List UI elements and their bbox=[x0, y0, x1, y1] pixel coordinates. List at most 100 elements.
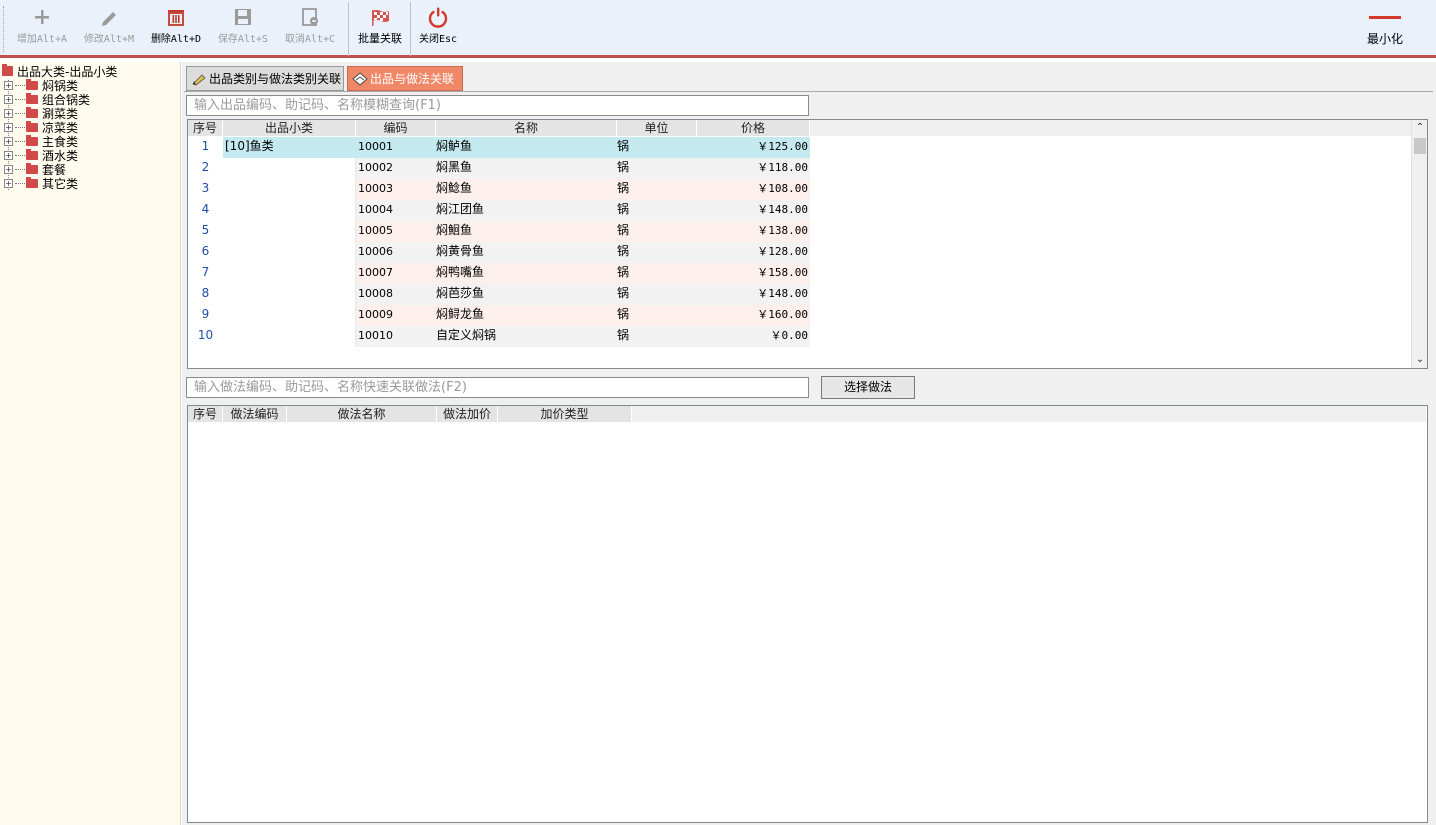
col-header-method-name[interactable]: 做法名称 bbox=[287, 406, 437, 422]
table-row-seq[interactable]: 9 bbox=[188, 305, 223, 326]
product-search-input[interactable]: 输入出品编码、助记码、名称模糊查询(F1) bbox=[186, 95, 809, 116]
table-row-seq[interactable]: 2 bbox=[188, 158, 223, 179]
table-row-seq[interactable]: 3 bbox=[188, 179, 223, 200]
scroll-down-icon[interactable]: ⌄ bbox=[1412, 352, 1428, 368]
table-cell-name[interactable]: 焖黑鱼 bbox=[436, 158, 617, 179]
table-cell-price[interactable]: ￥160.00 bbox=[697, 305, 810, 326]
edit-button[interactable]: 修改Alt+M bbox=[78, 4, 140, 54]
table-cell-unit[interactable]: 锅 bbox=[617, 158, 697, 179]
col-header-method-price[interactable]: 做法加价 bbox=[437, 406, 498, 422]
table-cell-price[interactable]: ￥148.00 bbox=[697, 200, 810, 221]
table-cell-code[interactable]: 10001 bbox=[356, 137, 436, 158]
table-cell-unit[interactable]: 锅 bbox=[617, 137, 697, 158]
table-cell-unit[interactable]: 锅 bbox=[617, 305, 697, 326]
category-cell-label[interactable]: [10]鱼类 bbox=[223, 137, 356, 158]
table-row-seq[interactable]: 10 bbox=[188, 326, 223, 347]
table-cell-unit[interactable]: 锅 bbox=[617, 263, 697, 284]
table-cell-price[interactable]: ￥128.00 bbox=[697, 242, 810, 263]
table-cell-price[interactable]: ￥125.00 bbox=[697, 137, 810, 158]
scroll-up-icon[interactable]: ⌃ bbox=[1412, 120, 1428, 136]
table-cell-name[interactable]: 焖鮰鱼 bbox=[436, 221, 617, 242]
tab-category-method-link[interactable]: 出品类别与做法类别关联 bbox=[186, 66, 344, 91]
minimize-button[interactable]: 最小化 bbox=[1360, 4, 1410, 54]
delete-button[interactable]: 删除Alt+D bbox=[144, 4, 208, 54]
close-button[interactable]: 关闭Esc bbox=[413, 4, 463, 54]
table-cell-name[interactable]: 焖鸭嘴鱼 bbox=[436, 263, 617, 284]
table-cell-price[interactable]: ￥138.00 bbox=[697, 221, 810, 242]
add-button[interactable]: 增加Alt+A bbox=[10, 4, 74, 54]
tree-dots bbox=[15, 182, 25, 184]
table-row-seq[interactable]: 8 bbox=[188, 284, 223, 305]
pencil-icon bbox=[78, 4, 140, 30]
product-grid[interactable]: 序号 出品小类 编码 名称 单位 价格 [10]鱼类 1 10001 焖鲈鱼 锅… bbox=[187, 119, 1428, 369]
table-cell-code[interactable]: 10009 bbox=[356, 305, 436, 326]
tab-product-method-link[interactable]: 出品与做法关联 bbox=[347, 66, 463, 91]
method-search-input[interactable]: 输入做法编码、助记码、名称快速关联做法(F2) bbox=[186, 377, 809, 398]
table-cell-name[interactable]: 焖鲈鱼 bbox=[436, 137, 617, 158]
table-row-seq[interactable]: 7 bbox=[188, 263, 223, 284]
col-header-seq[interactable]: 序号 bbox=[188, 120, 223, 136]
table-cell-code[interactable]: 10008 bbox=[356, 284, 436, 305]
scroll-thumb[interactable] bbox=[1414, 138, 1426, 154]
expand-icon[interactable]: + bbox=[4, 108, 13, 118]
table-cell-unit[interactable]: 锅 bbox=[617, 200, 697, 221]
col-header-price-type[interactable]: 加价类型 bbox=[498, 406, 632, 422]
col-header-category[interactable]: 出品小类 bbox=[223, 120, 356, 136]
table-row-seq[interactable]: 4 bbox=[188, 200, 223, 221]
col-header-unit[interactable]: 单位 bbox=[617, 120, 697, 136]
col-header-price[interactable]: 价格 bbox=[697, 120, 810, 136]
table-cell-price[interactable]: ￥118.00 bbox=[697, 158, 810, 179]
table-row-seq[interactable]: 6 bbox=[188, 242, 223, 263]
expand-icon[interactable]: + bbox=[4, 150, 13, 160]
cancel-button-label: 取消Alt+C bbox=[284, 34, 336, 45]
table-cell-name[interactable]: 焖鲟龙鱼 bbox=[436, 305, 617, 326]
col-header-seq[interactable]: 序号 bbox=[188, 406, 223, 422]
table-cell-unit[interactable]: 锅 bbox=[617, 284, 697, 305]
table-cell-price[interactable]: ￥148.00 bbox=[697, 284, 810, 305]
col-header-code[interactable]: 编码 bbox=[356, 120, 436, 136]
category-cell[interactable] bbox=[223, 137, 356, 347]
col-header-method-code[interactable]: 做法编码 bbox=[223, 406, 287, 422]
table-cell-code[interactable]: 10004 bbox=[356, 200, 436, 221]
select-method-button[interactable]: 选择做法 bbox=[821, 376, 915, 399]
table-cell-price[interactable]: ￥158.00 bbox=[697, 263, 810, 284]
add-button-label: 增加Alt+A bbox=[16, 34, 68, 45]
table-cell-code[interactable]: 10010 bbox=[356, 326, 436, 347]
batch-link-button[interactable]: 批量关联 bbox=[352, 4, 408, 54]
tree-dots bbox=[15, 112, 25, 114]
tree-item-qita[interactable]: + 其它类 bbox=[4, 176, 79, 191]
table-cell-price[interactable]: ￥0.00 bbox=[697, 326, 810, 347]
cancel-button[interactable]: 取消Alt+C bbox=[278, 4, 342, 54]
tree-item-jiushui[interactable]: + 酒水类 bbox=[4, 148, 78, 163]
col-header-name[interactable]: 名称 bbox=[436, 120, 617, 136]
table-cell-unit[interactable]: 锅 bbox=[617, 221, 697, 242]
minimize-icon bbox=[1360, 4, 1410, 30]
table-cell-code[interactable]: 10005 bbox=[356, 221, 436, 242]
expand-icon[interactable]: + bbox=[4, 178, 13, 188]
expand-icon[interactable]: + bbox=[4, 136, 13, 146]
save-button[interactable]: 保存Alt+S bbox=[212, 4, 274, 54]
table-cell-price[interactable]: ￥108.00 bbox=[697, 179, 810, 200]
table-cell-code[interactable]: 10003 bbox=[356, 179, 436, 200]
table-cell-name[interactable]: 焖芭莎鱼 bbox=[436, 284, 617, 305]
table-cell-name[interactable]: 焖鲶鱼 bbox=[436, 179, 617, 200]
table-cell-code[interactable]: 10006 bbox=[356, 242, 436, 263]
expand-icon[interactable]: + bbox=[4, 80, 13, 90]
table-cell-unit[interactable]: 锅 bbox=[617, 242, 697, 263]
table-cell-name[interactable]: 焖黄骨鱼 bbox=[436, 242, 617, 263]
table-cell-name[interactable]: 焖江团鱼 bbox=[436, 200, 617, 221]
table-cell-name[interactable]: 自定义焖锅 bbox=[436, 326, 617, 347]
expand-icon[interactable]: + bbox=[4, 94, 13, 104]
table-row-seq[interactable]: 1 bbox=[188, 137, 223, 158]
table-cell-code[interactable]: 10007 bbox=[356, 263, 436, 284]
toolbar-separator bbox=[410, 2, 411, 56]
table-cell-code[interactable]: 10002 bbox=[356, 158, 436, 179]
product-grid-scrollbar[interactable]: ⌃ ⌄ bbox=[1411, 120, 1427, 368]
expand-icon[interactable]: + bbox=[4, 122, 13, 132]
table-row-seq[interactable]: 5 bbox=[188, 221, 223, 242]
tree-item-label: 其它类 bbox=[42, 176, 79, 191]
expand-icon[interactable]: + bbox=[4, 164, 13, 174]
method-grid[interactable]: 序号 做法编码 做法名称 做法加价 加价类型 bbox=[187, 405, 1428, 823]
table-cell-unit[interactable]: 锅 bbox=[617, 326, 697, 347]
table-cell-unit[interactable]: 锅 bbox=[617, 179, 697, 200]
